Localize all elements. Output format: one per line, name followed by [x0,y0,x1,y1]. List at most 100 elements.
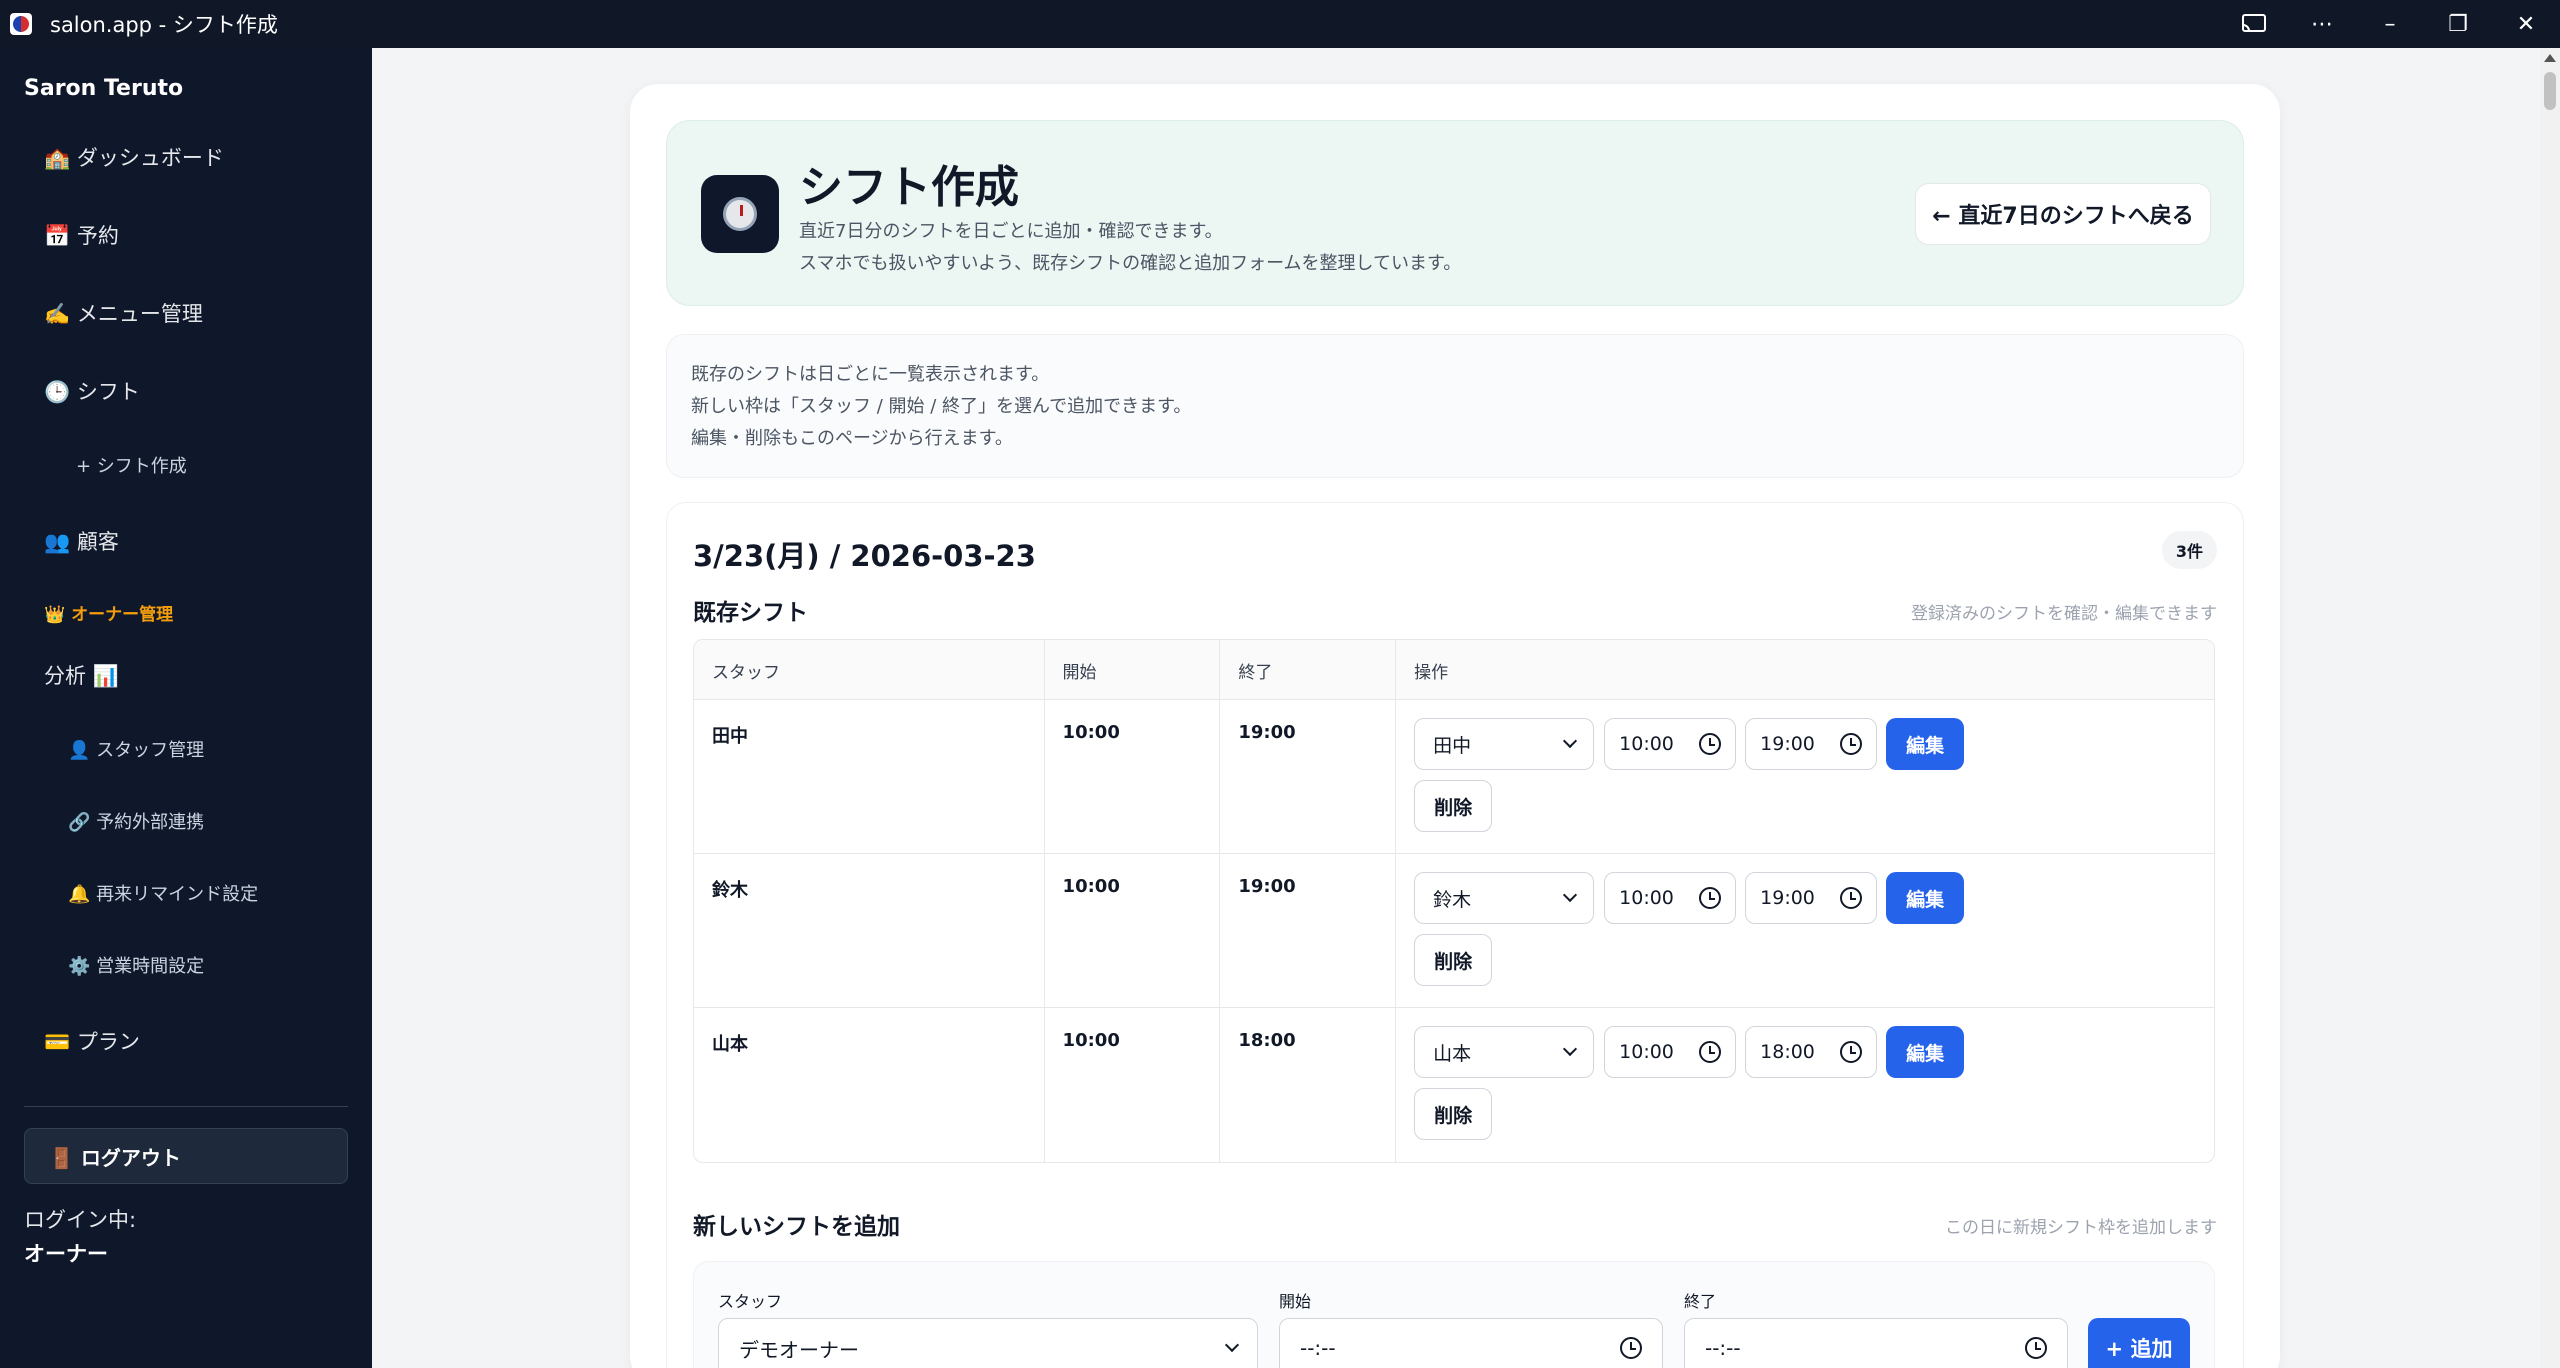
cell-start: 10:00 [1045,1008,1221,1162]
chevron-down-icon [1563,1041,1578,1057]
app-icon [10,13,32,35]
chevron-down-icon [1563,887,1578,903]
shift-table: スタッフ 開始 終了 操作 田中 10:00 19:00 田中 10:00 19… [693,639,2215,1163]
sidebar-item-staff[interactable]: 👤 スタッフ管理 [68,736,204,762]
edit-button[interactable]: 編集 [1886,718,1965,770]
clock-icon [701,175,779,253]
cast-icon[interactable] [2220,0,2288,48]
count-badge: 3件 [2161,531,2217,569]
restore-icon[interactable]: ❐ [2424,0,2492,48]
sidebar-item-shift[interactable]: 🕒 シフト [44,376,140,406]
back-button[interactable]: ← 直近7日のシフトへ戻る [1915,183,2211,245]
cell-start: 10:00 [1045,854,1221,1007]
end-time-input[interactable]: 18:00 [1745,1026,1878,1078]
add-end-time-input[interactable]: --:-- [1684,1318,2068,1368]
clock-icon [1699,1041,1722,1063]
sidebar-item-hours[interactable]: ⚙️ 営業時間設定 [68,952,204,978]
end-time-value: 18:00 [1760,1041,1815,1063]
end-time-input[interactable]: 19:00 [1745,718,1878,770]
sidebar-item-plan[interactable]: 💳 プラン [44,1026,140,1056]
staff-label: スタッフ [718,1292,783,1311]
cell-end: 18:00 [1220,1008,1397,1162]
note-line: 新しい枠は「スタッフ / 開始 / 終了」を選んで追加できます。 [691,396,1192,417]
notes-box: 既存のシフトは日ごとに一覧表示されます。 新しい枠は「スタッフ / 開始 / 終… [666,334,2244,478]
sidebar-divider [24,1106,348,1107]
col-staff: スタッフ [694,640,1045,699]
window-title: salon.app - シフト作成 [50,13,278,37]
cell-actions: 鈴木 10:00 19:00 編集 削除 [1396,854,2214,1007]
delete-button[interactable]: 削除 [1414,780,1493,832]
add-shift-button[interactable]: + 追加 [2088,1318,2190,1368]
chevron-down-icon [1224,1337,1240,1353]
note-line: 編集・削除もこのページから行えます。 [691,428,1013,449]
start-time-input[interactable]: 10:00 [1604,718,1737,770]
add-start-time-input[interactable]: --:-- [1279,1318,1663,1368]
scroll-thumb[interactable] [2544,72,2556,110]
login-user: オーナー [24,1242,108,1266]
sidebar-item-reservations[interactable]: 📅 予約 [44,220,119,250]
add-shift-hint: この日に新規シフト枠を追加します [1945,1218,2217,1238]
sidebar-item-menu[interactable]: ✍️ メニュー管理 [44,298,203,328]
sidebar-item-shift-create[interactable]: + シフト作成 [76,452,187,478]
content-card: シフト作成 直近7日分のシフトを日ごとに追加・確認できます。 スマホでも扱いやす… [630,84,2280,1368]
staff-select-value: 鈴木 [1433,888,1472,911]
clock-icon [1620,1337,1642,1359]
note-line: 既存のシフトは日ごとに一覧表示されます。 [691,364,1050,385]
chevron-down-icon [1563,733,1578,749]
close-icon[interactable]: ✕ [2492,0,2560,48]
col-start: 開始 [1045,640,1221,699]
table-header: スタッフ 開始 終了 操作 [694,640,2214,700]
start-time-value: 10:00 [1619,1041,1674,1063]
edit-button[interactable]: 編集 [1886,1026,1965,1078]
clock-icon [1840,733,1863,755]
clock-icon [1699,733,1722,755]
cell-end: 19:00 [1220,700,1397,853]
cell-staff: 田中 [694,700,1045,853]
sidebar-item-customers[interactable]: 👥 顧客 [44,526,119,556]
sidebar: Saron Teruto 🏫 ダッシュボード 📅 予約 ✍️ メニュー管理 🕒 … [0,48,372,1368]
page-subtitle-2: スマホでも扱いやすいよう、既存シフトの確認と追加フォームを整理しています。 [799,253,1462,274]
add-staff-select[interactable]: デモオーナー [718,1318,1258,1368]
staff-select[interactable]: 田中 [1414,718,1595,770]
window-titlebar: salon.app - シフト作成 ⋯ – ❐ ✕ [0,0,2560,48]
brand-name: Saron Teruto [24,76,184,101]
main-content: シフト作成 直近7日分のシフトを日ごとに追加・確認できます。 スマホでも扱いやす… [372,48,2540,1368]
staff-select[interactable]: 鈴木 [1414,872,1595,924]
logout-button[interactable]: 🚪 ログアウト [24,1128,348,1184]
sidebar-item-dashboard[interactable]: 🏫 ダッシュボード [44,142,224,172]
col-actions: 操作 [1414,663,1449,683]
scrollbar[interactable] [2540,48,2560,1368]
clock-icon [1840,1041,1863,1063]
day-section: 3/23(月) / 2026-03-23 3件 既存シフト 登録済みのシフトを確… [666,502,2244,1368]
delete-button[interactable]: 削除 [1414,1088,1493,1140]
more-icon[interactable]: ⋯ [2288,0,2356,48]
start-time-input[interactable]: 10:00 [1604,1026,1737,1078]
minimize-icon[interactable]: – [2356,0,2424,48]
existing-shift-title: 既存シフト [693,600,808,626]
sidebar-item-remind[interactable]: 🔔 再来リマインド設定 [68,880,258,906]
add-shift-form: スタッフ 開始 終了 デモオーナー --:-- --:-- + 追加 [693,1261,2215,1368]
cell-end: 19:00 [1220,854,1397,1007]
add-staff-value: デモオーナー [739,1337,859,1362]
delete-button[interactable]: 削除 [1414,934,1493,986]
sidebar-item-analytics[interactable]: 分析 📊 [44,660,119,690]
cell-start: 10:00 [1045,700,1221,853]
cell-actions: 山本 10:00 18:00 編集 削除 [1396,1008,2214,1162]
start-time-value: 10:00 [1619,733,1674,755]
start-time-value: 10:00 [1619,887,1674,909]
add-end-value: --:-- [1705,1336,1741,1360]
staff-select[interactable]: 山本 [1414,1026,1595,1078]
add-shift-title: 新しいシフトを追加 [693,1214,900,1240]
sidebar-item-external[interactable]: 🔗 予約外部連携 [68,808,204,834]
table-row: 田中 10:00 19:00 田中 10:00 19:00 編集 削除 [694,700,2214,854]
clock-icon [1840,887,1863,909]
page-subtitle-1: 直近7日分のシフトを日ごとに追加・確認できます。 [799,221,1223,242]
scroll-up-icon[interactable] [2544,54,2556,62]
table-row: 山本 10:00 18:00 山本 10:00 18:00 編集 削除 [694,1008,2214,1162]
edit-button[interactable]: 編集 [1886,872,1965,924]
staff-select-value: 山本 [1433,1042,1472,1065]
end-time-input[interactable]: 19:00 [1745,872,1878,924]
end-time-value: 19:00 [1760,733,1815,755]
end-label: 終了 [1684,1292,1717,1311]
start-time-input[interactable]: 10:00 [1604,872,1737,924]
